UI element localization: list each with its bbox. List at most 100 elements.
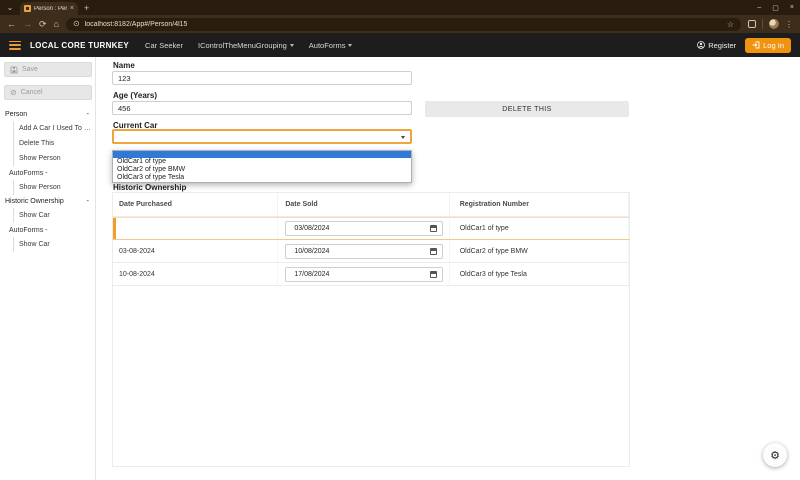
brand-title[interactable]: LOCAL CORE TURNKEY xyxy=(30,41,129,50)
sidebar: Save ⊘ Cancel Person - Add A Car I Used … xyxy=(0,57,96,480)
login-icon xyxy=(752,41,760,49)
calendar-icon[interactable] xyxy=(430,248,437,255)
extensions-icon[interactable] xyxy=(748,20,756,28)
save-button[interactable]: Save xyxy=(4,62,92,77)
kebab-menu-icon[interactable]: ⋮ xyxy=(785,20,793,29)
caret-down-icon xyxy=(401,136,405,139)
site-settings-icon[interactable]: ⊙ xyxy=(73,20,80,28)
calendar-icon[interactable] xyxy=(430,271,437,278)
date-sold-input[interactable]: 03/08/2024 xyxy=(285,221,443,236)
calendar-icon[interactable] xyxy=(430,225,437,232)
profile-avatar[interactable] xyxy=(769,19,779,29)
sidebar-item-show-person-autoforms[interactable]: Show Person xyxy=(13,180,95,195)
delete-this-button[interactable]: DELETE THIS xyxy=(425,101,629,117)
app-navbar: LOCAL CORE TURNKEY Car Seeker IControlTh… xyxy=(0,33,800,57)
forward-icon[interactable]: → xyxy=(23,20,32,29)
dropdown-option-oldcar3[interactable]: OldCar3 of type Tesla xyxy=(113,174,411,182)
date-sold-input[interactable]: 10/08/2024 xyxy=(285,244,443,259)
historic-ownership-heading: Historic Ownership xyxy=(113,183,186,192)
login-button[interactable]: Log In xyxy=(745,38,791,53)
date-purchased-cell[interactable] xyxy=(113,218,278,239)
registration-cell: OldCar1 of type xyxy=(450,218,629,239)
cancel-button[interactable]: ⊘ Cancel xyxy=(4,85,92,100)
registration-cell: OldCar2 of type BMW xyxy=(450,240,629,262)
nav-item-autoforms[interactable]: AutoForms xyxy=(309,41,353,50)
tab-title: Person : Person: 123 xyxy=(34,6,67,12)
sidebar-section-person[interactable]: Person - xyxy=(0,108,95,121)
reload-icon[interactable]: ⟳ xyxy=(39,20,47,29)
tab-close-icon[interactable]: × xyxy=(70,5,74,12)
column-header-date-sold: Date Sold xyxy=(278,193,449,216)
section-label: Person xyxy=(5,111,27,118)
sidebar-item-show-car-autoforms[interactable]: Show Car xyxy=(13,237,95,252)
cancel-label: Cancel xyxy=(21,89,43,96)
sidebar-item-add-a-car[interactable]: Add A Car I Used To Own... xyxy=(13,121,95,136)
settings-fab[interactable]: ⚙ xyxy=(763,443,787,467)
menu-icon[interactable] xyxy=(9,41,21,50)
date-sold-cell: 17/08/2024 xyxy=(278,263,449,285)
sidebar-item-show-person[interactable]: Show Person xyxy=(13,151,95,166)
grid-empty-area xyxy=(112,286,630,467)
person-icon xyxy=(697,41,705,49)
browser-tab[interactable]: Person : Person: 123 × xyxy=(20,2,78,15)
window-close-button[interactable]: × xyxy=(790,4,794,11)
dropdown-option-blank-selected[interactable] xyxy=(113,151,411,158)
table-row[interactable]: 03-08-2024 10/08/2024 OldCar2 of type BM… xyxy=(112,240,630,263)
sidebar-subsection-autoforms-2[interactable]: AutoForms - xyxy=(0,223,95,237)
window-minimize-button[interactable]: – xyxy=(757,4,761,11)
caret-down-icon xyxy=(348,44,352,47)
column-header-registration-number: Registration Number xyxy=(450,193,629,216)
cancel-icon: ⊘ xyxy=(10,89,17,97)
browser-toolbar: ← → ⟳ ⌂ ⊙ localhost:8182/App#/Person/4l1… xyxy=(0,15,800,33)
dropdown-option-oldcar1[interactable]: OldCar1 of type xyxy=(113,158,411,166)
nav-item-label: AutoForms xyxy=(309,41,346,50)
url-text: localhost:8182/App#/Person/4l15 xyxy=(85,21,188,28)
registration-cell: OldCar3 of type Tesla xyxy=(450,263,629,285)
address-bar[interactable]: ⊙ localhost:8182/App#/Person/4l15 ☆ xyxy=(66,18,741,31)
current-car-select[interactable] xyxy=(112,129,412,144)
sidebar-section-historic-ownership[interactable]: Historic Ownership - xyxy=(0,195,95,208)
date-purchased-cell[interactable]: 10-08-2024 xyxy=(113,263,278,285)
register-link[interactable]: Register xyxy=(697,41,736,50)
name-input[interactable] xyxy=(112,71,412,85)
historic-ownership-grid: Date Purchased Date Sold Registration Nu… xyxy=(112,192,630,467)
sidebar-subsection-autoforms[interactable]: AutoForms - xyxy=(0,166,95,180)
home-icon[interactable]: ⌂ xyxy=(54,20,59,29)
login-label: Log In xyxy=(763,41,784,50)
date-value: 10/08/2024 xyxy=(294,248,430,255)
nav-item-label: IControlTheMenuGrouping xyxy=(198,41,287,50)
nav-item-car-seeker[interactable]: Car Seeker xyxy=(145,41,183,50)
current-car-dropdown: OldCar1 of type OldCar2 of type BMW OldC… xyxy=(112,150,412,183)
date-sold-input[interactable]: 17/08/2024 xyxy=(285,267,443,282)
back-icon[interactable]: ← xyxy=(7,20,16,29)
register-label: Register xyxy=(708,41,736,50)
main-content: Name Age (Years) DELETE THIS Current Car… xyxy=(96,57,800,480)
window-maximize-button[interactable]: ▢ xyxy=(772,4,779,12)
table-row[interactable]: 10-08-2024 17/08/2024 OldCar3 of type Te… xyxy=(112,263,630,286)
date-value: 03/08/2024 xyxy=(294,225,430,232)
grid-header-row: Date Purchased Date Sold Registration Nu… xyxy=(112,192,630,217)
age-label: Age (Years) xyxy=(113,91,157,100)
collapse-indicator: - xyxy=(87,198,89,205)
browser-tab-strip: ⌄ Person : Person: 123 × + – ▢ × xyxy=(0,0,800,15)
age-input[interactable] xyxy=(112,101,412,115)
date-value: 17/08/2024 xyxy=(294,271,430,278)
favicon xyxy=(24,5,31,12)
tab-search-chevron-icon[interactable]: ⌄ xyxy=(0,0,20,15)
gear-icon: ⚙ xyxy=(770,449,780,462)
name-label: Name xyxy=(113,61,135,70)
sidebar-item-show-car[interactable]: Show Car xyxy=(13,208,95,223)
nav-item-label: Car Seeker xyxy=(145,41,183,50)
column-header-date-purchased: Date Purchased xyxy=(113,193,278,216)
table-row[interactable]: 03/08/2024 OldCar1 of type xyxy=(112,217,630,240)
save-icon xyxy=(10,66,18,74)
collapse-indicator: - xyxy=(87,111,89,118)
bookmark-star-icon[interactable]: ☆ xyxy=(727,20,734,29)
toolbar-divider xyxy=(762,19,763,29)
date-sold-cell: 03/08/2024 xyxy=(278,218,449,239)
dropdown-option-oldcar2[interactable]: OldCar2 of type BMW xyxy=(113,166,411,174)
nav-item-icontrolthemenugrouping[interactable]: IControlTheMenuGrouping xyxy=(198,41,294,50)
date-purchased-cell[interactable]: 03-08-2024 xyxy=(113,240,278,262)
sidebar-item-delete-this[interactable]: Delete This xyxy=(13,136,95,151)
new-tab-button[interactable]: + xyxy=(84,3,89,13)
